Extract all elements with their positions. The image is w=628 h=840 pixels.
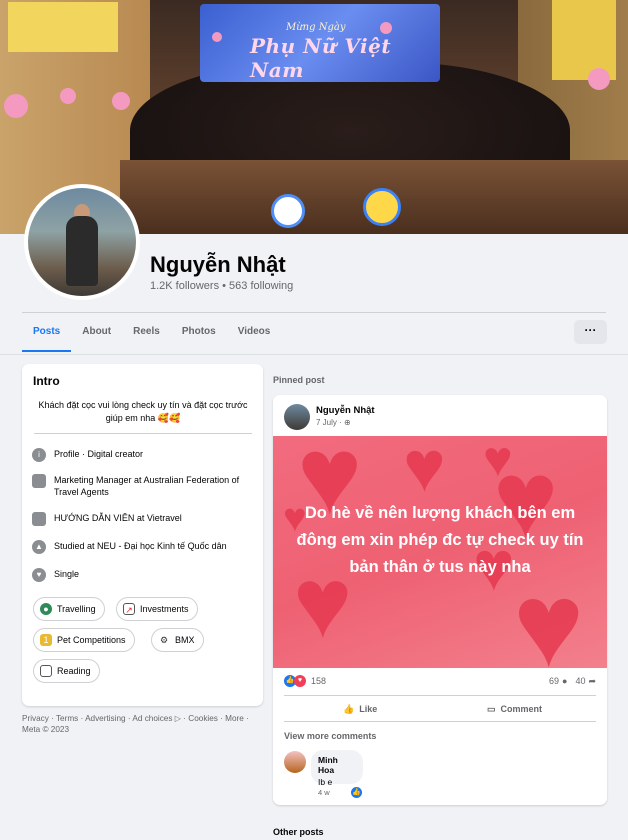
hobby-label: Investments: [140, 604, 189, 614]
comment-icon: ●: [562, 676, 568, 686]
hobby-label: BMX: [175, 635, 195, 645]
view-more-comments[interactable]: View more comments: [284, 731, 376, 741]
share-icon: ➦: [588, 675, 596, 686]
intro-card: Intro Khách đặt cọc vui lòng check uy tí…: [22, 364, 263, 706]
heart-emoji-icon: [271, 194, 305, 228]
commenter-avatar[interactable]: [284, 751, 306, 773]
book-icon: [40, 665, 52, 677]
intro-item-text[interactable]: Studied at NEU - Đại học Kinh tế Quốc dâ…: [54, 540, 227, 552]
profile-stats[interactable]: 1.2K followers • 563 following: [150, 280, 293, 292]
post-date-text: 7 July ·: [316, 418, 345, 427]
hobby-label: Travelling: [57, 604, 96, 614]
heart-decoration: ♥: [403, 436, 446, 507]
intro-item: HƯỚNG DẪN VIÊN at Vietravel: [32, 512, 247, 526]
comment-text: Ib e: [318, 777, 333, 787]
wow-emoji-icon: [363, 188, 401, 226]
hobby-chip[interactable]: ⚙ BMX: [151, 628, 204, 652]
globe-icon: ●: [40, 603, 52, 615]
avatar-person: [66, 216, 98, 286]
footer-links[interactable]: Privacy · Terms · Advertising · Ad choic…: [22, 713, 262, 735]
reaction-summary: 👍 ♥ 158 69 ● 40 ➦: [284, 673, 596, 689]
divider: [284, 695, 596, 696]
info-icon: i: [32, 448, 46, 462]
pinned-post: Nguyễn Nhật 7 July · ⊕ ♥ ♥ ♥ ♥ ♥ ♥ ♥ ♥ D…: [273, 395, 607, 805]
post-date[interactable]: 7 July · ⊕: [316, 418, 351, 427]
intro-item: ♥ Single: [32, 568, 247, 582]
globe-icon: ⊕: [344, 418, 351, 427]
profile-tabs: Posts About Reels Photos Videos: [22, 318, 281, 354]
post-text: Do hè về nên lượng khách bên em đông em …: [296, 504, 584, 576]
hobby-label: Pet Competitions: [57, 635, 126, 645]
comment-like-icon: 👍: [351, 787, 362, 798]
divider: [34, 433, 252, 434]
tab-videos[interactable]: Videos: [227, 318, 282, 352]
intro-item-text: Single: [54, 569, 80, 579]
tab-posts[interactable]: Posts: [22, 318, 72, 352]
post-author-name[interactable]: Nguyễn Nhật: [316, 405, 375, 416]
pinned-post-label: Pinned post: [273, 375, 325, 385]
chart-icon: ↗: [123, 603, 135, 615]
hobby-chip[interactable]: ↗ Investments: [116, 597, 198, 621]
hobby-chip[interactable]: 1 Pet Competitions: [33, 628, 135, 652]
hobby-chip[interactable]: Reading: [33, 659, 100, 683]
cover-sign-right: [552, 0, 616, 80]
intro-bio: Khách đặt cọc vui lòng check uy tín và đ…: [38, 400, 248, 423]
intro-item-text[interactable]: Profile · Digital creator: [54, 448, 143, 460]
comment-count[interactable]: 69: [549, 676, 559, 686]
more-options-button[interactable]: ···: [574, 320, 607, 344]
love-reaction-icon: ♥: [294, 675, 306, 687]
cover-banner-subtext: Mừng Ngày: [286, 22, 346, 33]
bicycle-icon: ⚙: [159, 635, 169, 645]
profile-name: Nguyễn Nhật: [150, 252, 286, 277]
balloon: [4, 94, 28, 118]
intro-item: i Profile · Digital creator: [32, 448, 247, 462]
intro-item: ▲ Studied at NEU - Đại học Kinh tế Quốc …: [32, 540, 247, 554]
briefcase-icon: [32, 512, 46, 526]
cover-banner-text: Phụ Nữ Việt Nam: [250, 34, 392, 82]
comment-bubble: Minh Hoa Ib e: [311, 750, 363, 787]
other-posts-label: Other posts: [273, 827, 324, 837]
intro-title: Intro: [33, 374, 60, 388]
hobby-chip[interactable]: ● Travelling: [33, 597, 105, 621]
cover-sign: [8, 2, 118, 52]
like-button[interactable]: 👍 Like: [343, 699, 377, 719]
briefcase-icon: [32, 474, 46, 488]
like-label: Like: [359, 704, 378, 714]
intro-item-text[interactable]: Marketing Manager at Australian Federati…: [54, 474, 247, 498]
balloon: [60, 88, 76, 104]
comment-button[interactable]: ▭ Comment: [487, 699, 542, 719]
intro-item: Marketing Manager at Australian Federati…: [32, 474, 247, 498]
tab-reels[interactable]: Reels: [122, 318, 171, 352]
divider: [284, 721, 596, 722]
balloon: [212, 32, 222, 42]
post-image[interactable]: ♥ ♥ ♥ ♥ ♥ ♥ ♥ ♥ Do hè về nên lượng khách…: [273, 436, 607, 668]
hobby-label: Reading: [57, 666, 91, 676]
balloon: [112, 92, 130, 110]
share-count[interactable]: 40: [575, 676, 585, 686]
balloon: [588, 68, 610, 90]
reaction-count[interactable]: 158: [311, 676, 326, 686]
comment-time[interactable]: 4 w: [318, 788, 330, 797]
intro-item-text[interactable]: HƯỚNG DẪN VIÊN at Vietravel: [54, 512, 182, 524]
cover-banner: Mừng Ngày Phụ Nữ Việt Nam: [200, 4, 440, 82]
comment-label: Comment: [500, 704, 543, 714]
thumbs-up-icon: 👍: [343, 703, 355, 714]
balloon: [380, 22, 392, 34]
comment-bubble-icon: ▭: [487, 703, 496, 714]
profile-avatar[interactable]: [24, 184, 140, 300]
heart-icon: ♥: [32, 568, 46, 582]
post-author-avatar[interactable]: [284, 404, 310, 430]
divider: [22, 312, 606, 313]
tab-photos[interactable]: Photos: [171, 318, 227, 352]
medal-icon: 1: [40, 634, 52, 646]
commenter-name[interactable]: Minh Hoa: [318, 755, 356, 775]
tab-about[interactable]: About: [71, 318, 122, 352]
graduation-cap-icon: ▲: [32, 540, 46, 554]
